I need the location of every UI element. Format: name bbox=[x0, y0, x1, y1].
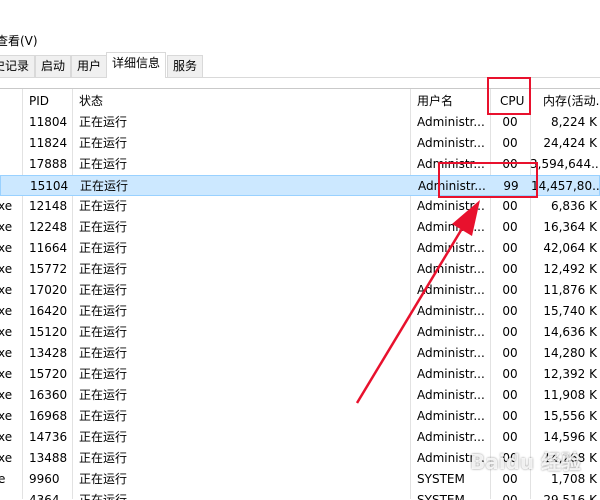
tab-details[interactable]: 详细信息 bbox=[106, 52, 167, 78]
annotation-arrow-icon bbox=[355, 200, 480, 404]
baidu-watermark: Baidu 经验 bbox=[470, 450, 582, 474]
